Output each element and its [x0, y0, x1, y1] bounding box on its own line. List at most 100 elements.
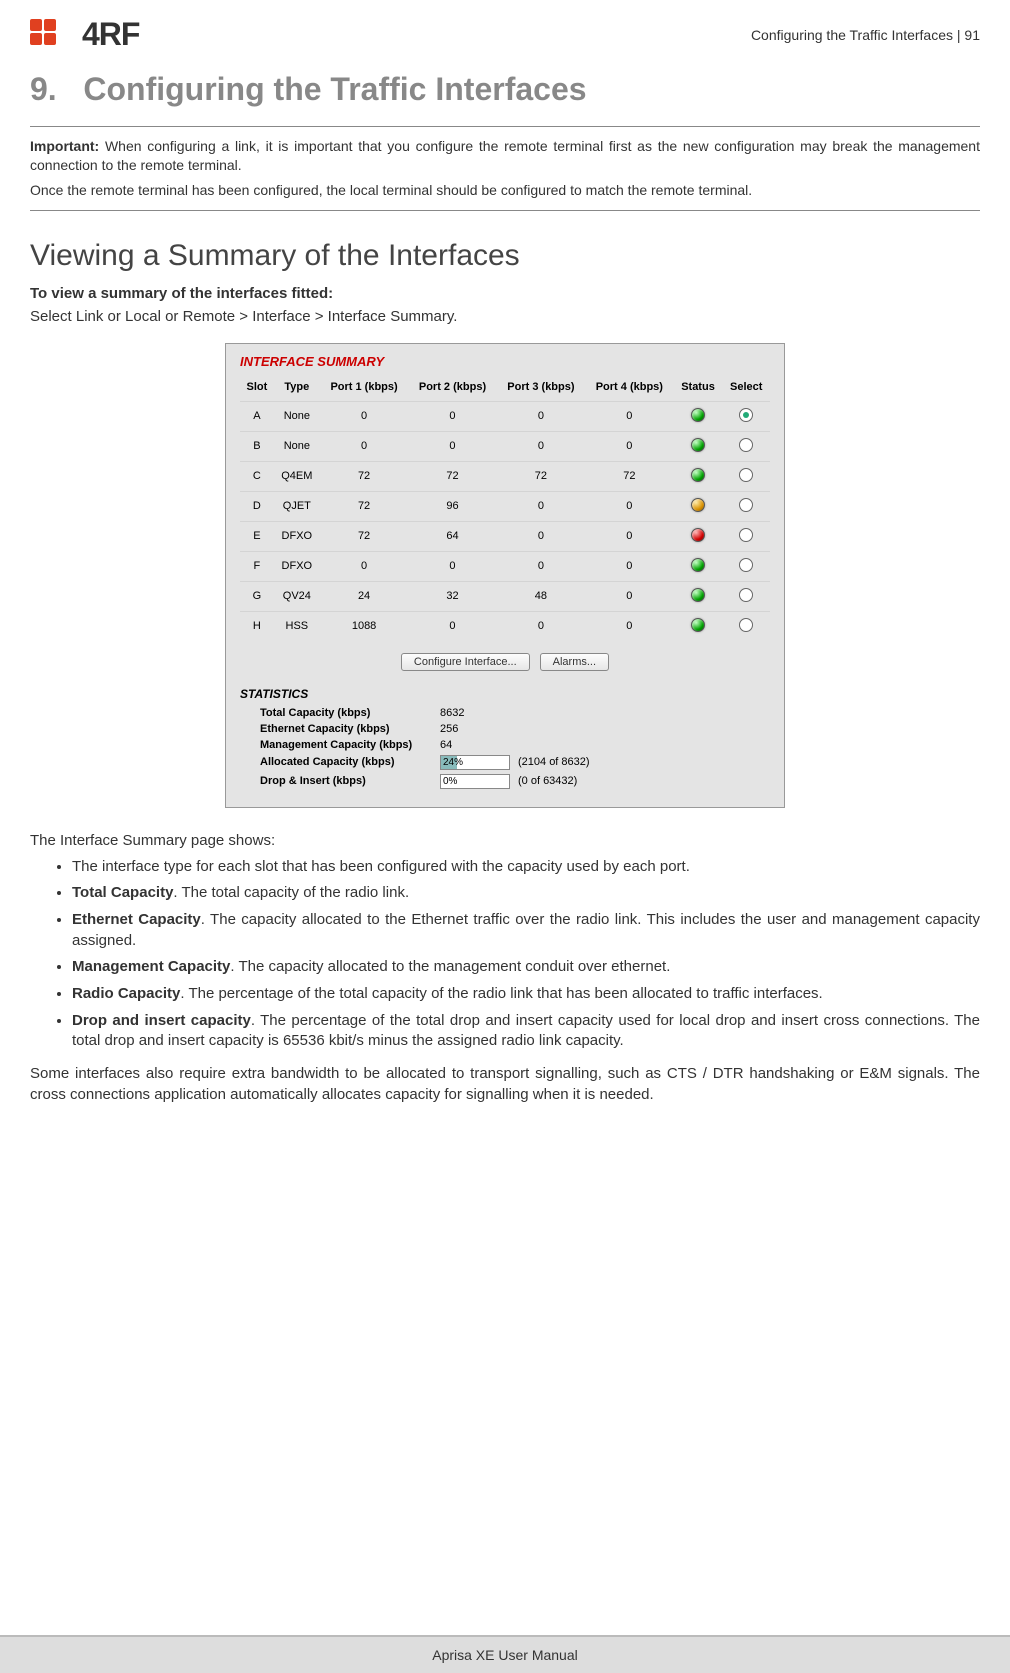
divider: [30, 210, 980, 211]
table-cell: E: [240, 521, 274, 551]
select-radio[interactable]: [739, 438, 753, 452]
brand-text: 4RF: [82, 16, 139, 53]
table-cell: G: [240, 581, 274, 611]
table-row: GQV242432480: [240, 581, 770, 611]
note-text-2: Once the remote terminal has been config…: [30, 181, 980, 200]
table-cell: 0: [408, 551, 496, 581]
table-cell: 32: [408, 581, 496, 611]
table-row: EDFXO726400: [240, 521, 770, 551]
select-radio[interactable]: [739, 618, 753, 632]
table-cell: 0: [320, 431, 408, 461]
table-cell: 0: [320, 551, 408, 581]
interface-summary-table: Slot Type Port 1 (kbps) Port 2 (kbps) Po…: [240, 375, 770, 641]
col-select: Select: [722, 375, 770, 402]
table-cell: 72: [585, 461, 673, 491]
table-cell: 72: [408, 461, 496, 491]
bullet-bold: Ethernet Capacity: [72, 911, 201, 928]
description-lead: The Interface Summary page shows:: [30, 832, 980, 849]
alarms-button[interactable]: Alarms...: [540, 653, 609, 671]
status-cell: [674, 581, 723, 611]
configure-interface-button[interactable]: Configure Interface...: [401, 653, 530, 671]
col-port3: Port 3 (kbps): [497, 375, 585, 402]
stat-total-cap-value: 8632: [440, 707, 770, 719]
bullet-item: Ethernet Capacity. The capacity allocate…: [72, 910, 980, 951]
status-cell: [674, 521, 723, 551]
select-radio[interactable]: [739, 408, 753, 422]
table-row: HHSS1088000: [240, 611, 770, 641]
status-led-icon: [691, 408, 705, 422]
bullet-text: The interface type for each slot that ha…: [72, 858, 690, 875]
bullet-item: The interface type for each slot that ha…: [72, 857, 980, 878]
table-cell: HSS: [274, 611, 320, 641]
alloc-cap-detail: (2104 of 8632): [518, 756, 590, 768]
table-cell: None: [274, 401, 320, 431]
select-radio[interactable]: [739, 528, 753, 542]
table-cell: 72: [320, 461, 408, 491]
alloc-cap-pct: 24%: [443, 757, 463, 768]
divider: [30, 126, 980, 127]
col-slot: Slot: [240, 375, 274, 402]
brand-mark-icon: [30, 19, 74, 50]
brand-logo: 4RF: [30, 16, 139, 53]
select-cell: [722, 431, 770, 461]
select-radio[interactable]: [739, 588, 753, 602]
bullet-bold: Management Capacity: [72, 958, 230, 975]
table-row: FDFXO0000: [240, 551, 770, 581]
page-header-breadcrumb: Configuring the Traffic Interfaces | 91: [751, 27, 980, 43]
select-cell: [722, 611, 770, 641]
status-cell: [674, 461, 723, 491]
table-cell: 0: [585, 551, 673, 581]
select-cell: [722, 551, 770, 581]
table-cell: 0: [320, 401, 408, 431]
table-cell: H: [240, 611, 274, 641]
status-led-icon: [691, 438, 705, 452]
section-subhead: To view a summary of the interfaces fitt…: [30, 285, 980, 302]
note-label: Important:: [30, 138, 99, 154]
table-cell: 0: [585, 521, 673, 551]
statistics-title: STATISTICS: [240, 687, 770, 701]
table-cell: 0: [408, 431, 496, 461]
table-cell: 48: [497, 581, 585, 611]
select-radio[interactable]: [739, 558, 753, 572]
bullet-item: Management Capacity. The capacity alloca…: [72, 957, 980, 978]
stat-eth-cap-label: Ethernet Capacity (kbps): [260, 723, 440, 735]
table-cell: DFXO: [274, 521, 320, 551]
select-cell: [722, 521, 770, 551]
stat-total-cap-label: Total Capacity (kbps): [260, 707, 440, 719]
table-cell: QJET: [274, 491, 320, 521]
table-row: DQJET729600: [240, 491, 770, 521]
bullet-bold: Radio Capacity: [72, 985, 180, 1002]
status-cell: [674, 401, 723, 431]
note-text-1: When configuring a link, it is important…: [30, 138, 980, 173]
table-cell: DFXO: [274, 551, 320, 581]
table-cell: D: [240, 491, 274, 521]
table-cell: 0: [497, 521, 585, 551]
status-led-icon: [691, 498, 705, 512]
status-cell: [674, 431, 723, 461]
stat-drop-ins-label: Drop & Insert (kbps): [260, 775, 440, 787]
alloc-cap-progress: 24%: [440, 755, 510, 770]
table-cell: 0: [408, 401, 496, 431]
bullet-bold: Total Capacity: [72, 884, 173, 901]
table-cell: 0: [497, 611, 585, 641]
table-cell: 72: [320, 491, 408, 521]
status-led-icon: [691, 588, 705, 602]
table-cell: 0: [585, 611, 673, 641]
section-title: Viewing a Summary of the Interfaces: [30, 239, 980, 273]
select-radio[interactable]: [739, 468, 753, 482]
select-radio[interactable]: [739, 498, 753, 512]
table-row: ANone0000: [240, 401, 770, 431]
table-cell: 0: [585, 431, 673, 461]
status-led-icon: [691, 558, 705, 572]
stat-alloc-cap-label: Allocated Capacity (kbps): [260, 756, 440, 768]
col-port2: Port 2 (kbps): [408, 375, 496, 402]
table-cell: Q4EM: [274, 461, 320, 491]
drop-ins-detail: (0 of 63432): [518, 775, 577, 787]
table-cell: 64: [408, 521, 496, 551]
table-cell: 1088: [320, 611, 408, 641]
bullet-text: . The capacity allocated to the Ethernet…: [72, 911, 980, 949]
table-cell: QV24: [274, 581, 320, 611]
table-cell: A: [240, 401, 274, 431]
col-type: Type: [274, 375, 320, 402]
table-row: CQ4EM72727272: [240, 461, 770, 491]
